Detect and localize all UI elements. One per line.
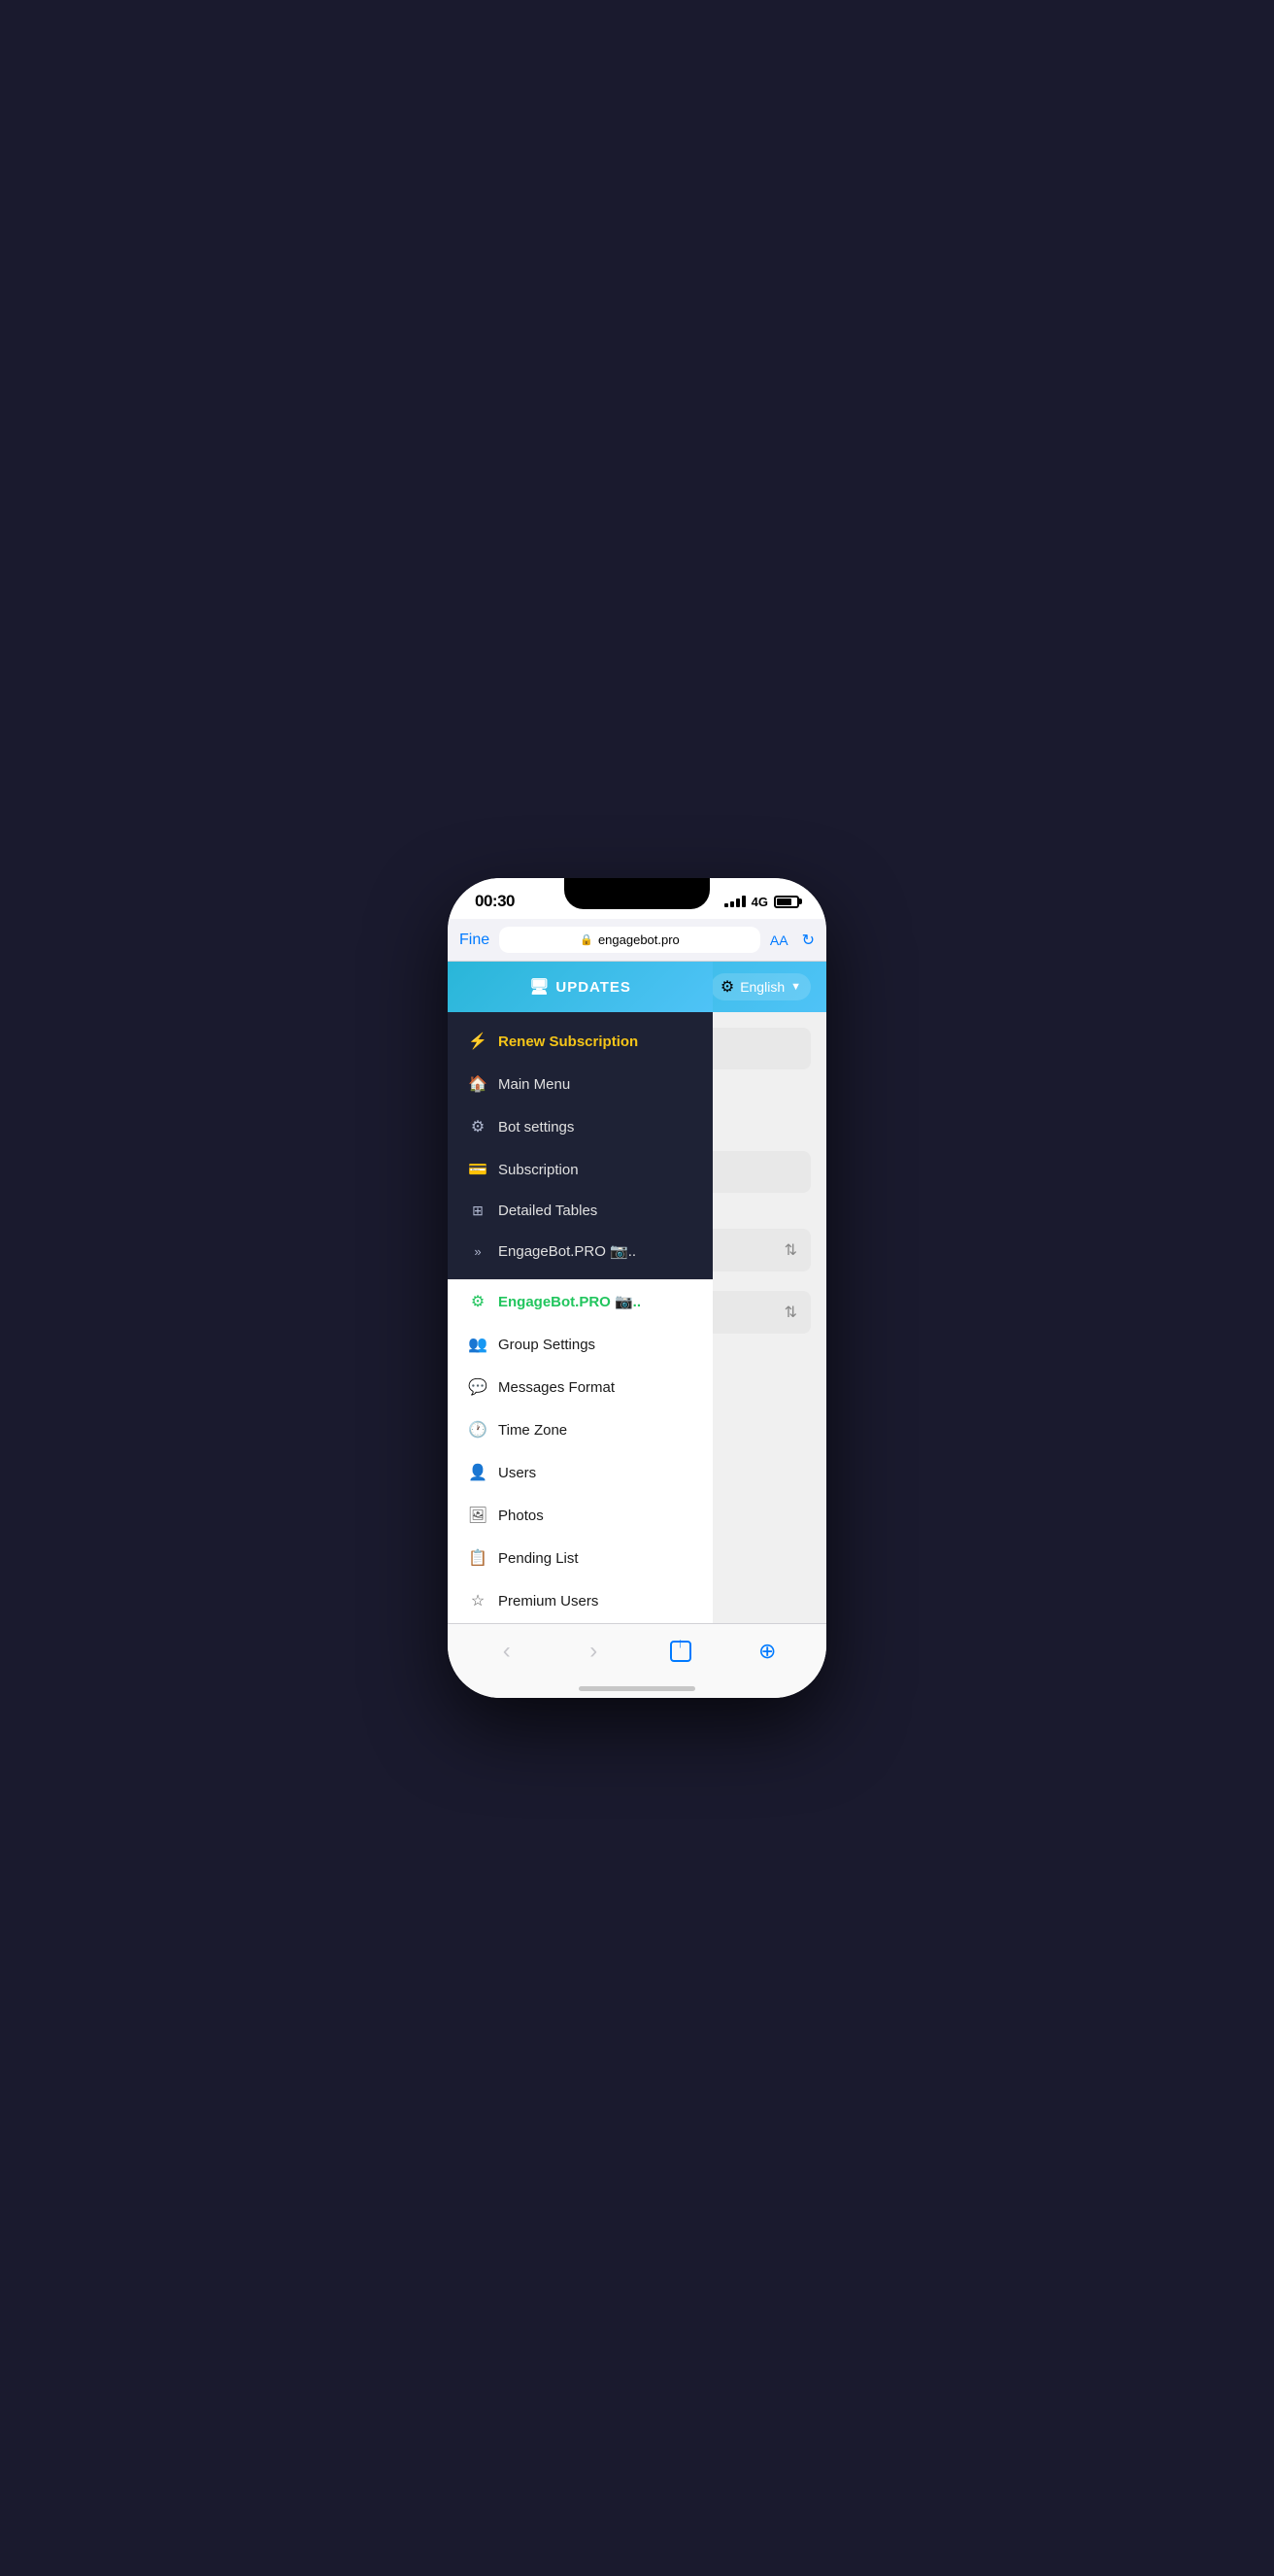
photos-icon: 🖼	[467, 1506, 488, 1525]
group-settings-icon: 👥	[467, 1335, 488, 1354]
lock-icon: 🔒	[580, 933, 593, 946]
detailed-tables-icon: ⊞	[467, 1203, 488, 1219]
home-icon: 🏠	[467, 1074, 488, 1094]
flag-icon: ⚙	[721, 977, 734, 997]
menu-item-group-settings[interactable]: 👥 Group Settings	[448, 1323, 713, 1366]
menu-item-engagebot-dark[interactable]: » EngageBot.PRO 📷..	[448, 1231, 713, 1271]
nav-bookmark-button[interactable]: ⊕	[746, 1634, 788, 1669]
browser-bar: Fine 🔒 engagebot.pro AA ↻	[448, 919, 826, 962]
menu-item-blacklist[interactable]: 🚫 Blacklist	[448, 1622, 713, 1623]
menu-item-detailed-tables[interactable]: ⊞ Detailed Tables	[448, 1191, 713, 1231]
nav-forward-button[interactable]: ›	[572, 1634, 615, 1669]
browser-back-button[interactable]: Fine	[459, 932, 489, 949]
renew-label: Renew Subscription	[498, 1034, 638, 1050]
menu-item-time-zone[interactable]: 🕐 Time Zone	[448, 1408, 713, 1451]
premium-users-label: Premium Users	[498, 1593, 598, 1610]
browser-actions: AA ↻	[770, 931, 815, 950]
browser-aa-button[interactable]: AA	[770, 932, 788, 948]
sidebar-white-section: ⚙ EngageBot.PRO 📷.. 👥 Group Settings 💬 M…	[448, 1280, 713, 1623]
nav-back-button[interactable]: ‹	[486, 1634, 528, 1669]
status-time: 00:30	[475, 892, 515, 911]
detailed-tables-label: Detailed Tables	[498, 1203, 597, 1219]
sidebar-header-title: 🖥 UPDATES	[529, 977, 631, 997]
menu-item-main-menu[interactable]: 🏠 Main Menu	[448, 1063, 713, 1105]
sidebar-header: 🖥 UPDATES	[448, 962, 713, 1012]
browser-bottom-bar: ‹ › ↑ ⊕	[448, 1623, 826, 1678]
url-text: engagebot.pro	[598, 932, 680, 947]
bg-input-2-arrow: ⇅	[785, 1303, 797, 1322]
engagebot-dark-icon: »	[467, 1244, 488, 1259]
network-type: 4G	[752, 895, 768, 909]
signal-bar-1	[724, 903, 728, 907]
main-menu-label: Main Menu	[498, 1076, 570, 1093]
photos-label: Photos	[498, 1508, 544, 1524]
users-icon: 👤	[467, 1463, 488, 1482]
nav-back-icon: ‹	[503, 1638, 511, 1665]
notch	[564, 878, 710, 909]
bot-settings-icon: ⚙	[467, 1117, 488, 1136]
menu-item-premium-users[interactable]: ☆ Premium Users	[448, 1579, 713, 1622]
nav-forward-icon: ›	[589, 1638, 597, 1665]
messages-format-label: Messages Format	[498, 1379, 615, 1396]
users-label: Users	[498, 1465, 536, 1481]
engagebot-dark-label: EngageBot.PRO 📷..	[498, 1242, 636, 1260]
bg-input-arrow: ⇅	[785, 1240, 797, 1260]
content-area: ◇ ▼ ⚙ English ▼ 5pYNmMGEx	[448, 962, 826, 1623]
battery-fill	[777, 898, 791, 905]
menu-item-bot-settings[interactable]: ⚙ Bot settings	[448, 1105, 713, 1148]
pending-list-label: Pending List	[498, 1550, 579, 1567]
phone-screen: 00:30 4G Fine 🔒 engagebot.pro	[448, 878, 826, 1698]
menu-item-users[interactable]: 👤 Users	[448, 1451, 713, 1494]
group-settings-label: Group Settings	[498, 1337, 595, 1353]
signal-bar-3	[736, 898, 740, 907]
phone-frame: 00:30 4G Fine 🔒 engagebot.pro	[448, 878, 826, 1698]
bot-settings-label: Bot settings	[498, 1119, 574, 1135]
nav-share-icon: ↑	[670, 1641, 691, 1662]
menu-item-engagebot-green[interactable]: ⚙ EngageBot.PRO 📷..	[448, 1280, 713, 1323]
nav-bookmark-icon: ⊕	[758, 1639, 776, 1664]
engagebot-green-icon: ⚙	[467, 1292, 488, 1311]
menu-item-renew[interactable]: ⚡ Renew Subscription	[448, 1020, 713, 1063]
browser-reload-button[interactable]: ↻	[802, 931, 815, 950]
browser-url-bar[interactable]: 🔒 engagebot.pro	[499, 927, 760, 953]
sidebar-top-menu: ⚡ Renew Subscription 🏠 Main Menu ⚙ Bot s…	[448, 1012, 713, 1279]
subscription-label: Subscription	[498, 1162, 579, 1178]
sidebar-dark-section: 🖥 UPDATES ⚡ Renew Subscription 🏠	[448, 962, 713, 1279]
renew-icon: ⚡	[467, 1032, 488, 1051]
premium-users-icon: ☆	[467, 1591, 488, 1610]
time-zone-label: Time Zone	[498, 1422, 567, 1439]
menu-item-pending-list[interactable]: 📋 Pending List	[448, 1537, 713, 1579]
home-indicator	[448, 1678, 826, 1698]
menu-item-photos[interactable]: 🖼 Photos	[448, 1494, 713, 1537]
messages-format-icon: 💬	[467, 1377, 488, 1397]
time-zone-icon: 🕐	[467, 1420, 488, 1440]
signal-bar-2	[730, 901, 734, 907]
status-icons: 4G	[724, 895, 799, 909]
nav-share-button[interactable]: ↑	[659, 1634, 702, 1669]
signal-bars	[724, 896, 746, 907]
engagebot-green-label: EngageBot.PRO 📷..	[498, 1293, 641, 1310]
updates-icon: 🖥	[529, 977, 550, 997]
language-label: English	[740, 979, 785, 995]
language-selector[interactable]: ⚙ English ▼	[711, 973, 811, 1000]
updates-label: UPDATES	[555, 979, 631, 996]
lang-chevron-icon: ▼	[790, 981, 801, 993]
home-bar	[579, 1686, 695, 1691]
pending-list-icon: 📋	[467, 1548, 488, 1568]
battery-icon	[774, 896, 799, 908]
subscription-icon: 💳	[467, 1160, 488, 1179]
menu-item-messages-format[interactable]: 💬 Messages Format	[448, 1366, 713, 1408]
signal-bar-4	[742, 896, 746, 907]
menu-item-subscription[interactable]: 💳 Subscription	[448, 1148, 713, 1191]
sidebar-menu: 🖥 UPDATES ⚡ Renew Subscription 🏠	[448, 962, 713, 1623]
